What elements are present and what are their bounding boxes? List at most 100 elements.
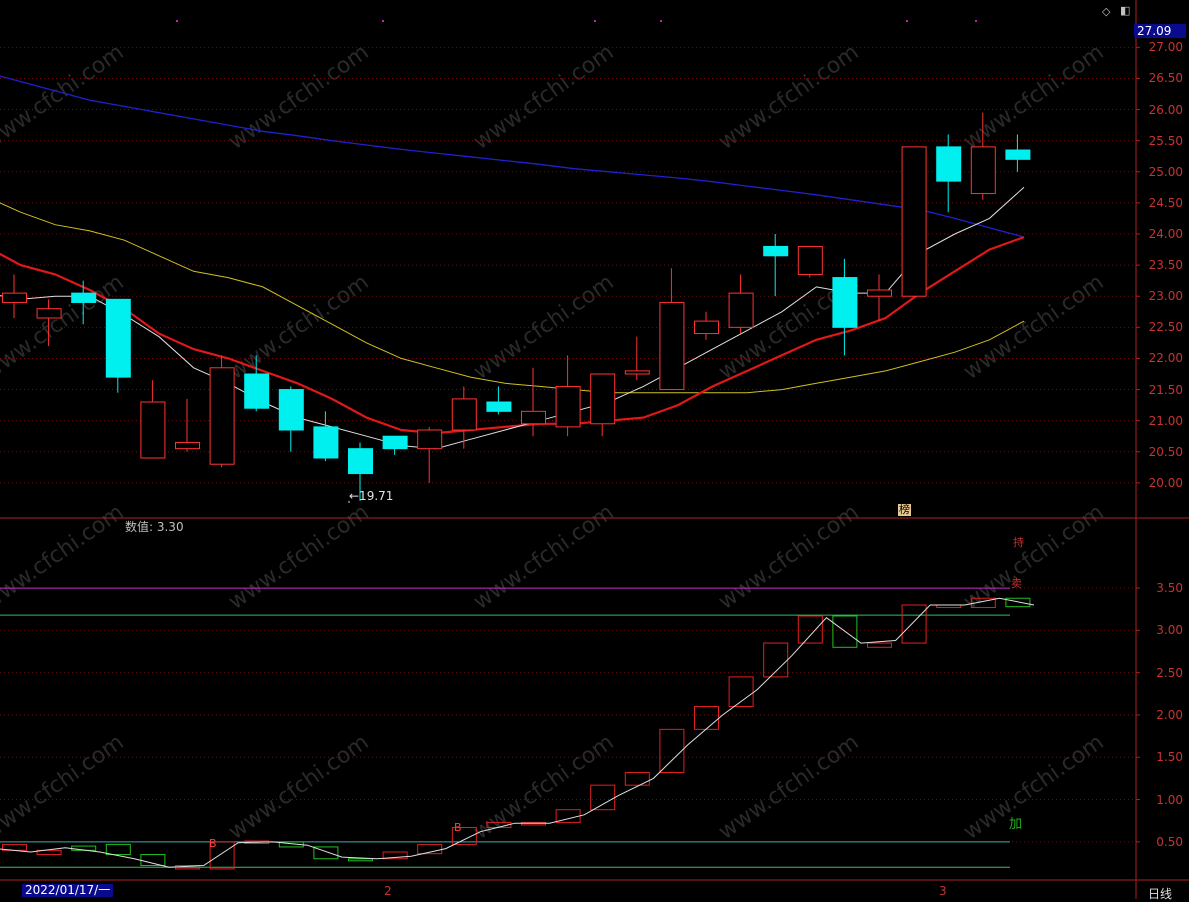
candle-body xyxy=(832,277,858,328)
candle-body xyxy=(659,301,685,391)
candle-body xyxy=(590,373,616,425)
candle-body xyxy=(936,146,962,182)
candle-body xyxy=(694,320,719,335)
watermark-text: www.cfchi.com xyxy=(0,730,129,845)
sub-axis-tick: 1.50 xyxy=(1156,750,1183,765)
candle-body xyxy=(278,389,304,431)
candle-body xyxy=(797,245,823,275)
watermark-text: www.cfchi.com xyxy=(0,500,129,615)
watermark-text: www.cfchi.com xyxy=(959,730,1108,845)
candle-body xyxy=(36,308,62,319)
candle-body xyxy=(624,370,650,375)
main-axis-tick: 23.00 xyxy=(1148,289,1183,304)
add-signal-label: 加 xyxy=(1009,817,1023,832)
sub-axis-tick: 3.50 xyxy=(1156,581,1183,596)
candle-body xyxy=(970,146,996,195)
candle-body xyxy=(867,289,892,297)
indicator-box xyxy=(140,854,166,867)
ranking-badge[interactable]: 榜 xyxy=(898,504,911,516)
candle-body xyxy=(728,292,754,328)
indicator-box xyxy=(1005,597,1031,608)
candle-body xyxy=(140,401,166,459)
sub-axis-tick: 3.00 xyxy=(1156,623,1183,638)
main-axis-tick: 25.50 xyxy=(1148,133,1183,148)
indicator-box xyxy=(659,728,685,773)
main-axis-tick: 24.00 xyxy=(1148,227,1183,241)
main-axis-tick: 25.00 xyxy=(1148,164,1183,179)
indicator-box xyxy=(105,843,131,856)
indicator-box xyxy=(867,642,892,648)
indicator-line xyxy=(0,597,1035,868)
sub-axis-tick: 2.50 xyxy=(1156,665,1183,680)
main-axis-tick: 27.00 xyxy=(1148,40,1183,55)
low-price-label: ←19.71 xyxy=(349,489,394,503)
top-dot-marker xyxy=(594,20,596,22)
main-axis-tick: 20.50 xyxy=(1148,444,1183,459)
watermark-text: www.cfchi.com xyxy=(224,40,373,155)
current-date-label: 2022/01/17/一 xyxy=(22,884,114,897)
watermark-text: www.cfchi.com xyxy=(714,730,863,845)
sell-signal-label: 卖 xyxy=(1011,577,1022,590)
watermark-text: www.cfchi.com xyxy=(224,730,373,845)
diamond-icon[interactable]: ◇ xyxy=(1102,6,1110,17)
indicator-box xyxy=(624,771,650,786)
top-dot-marker xyxy=(382,20,384,22)
main-axis-tick: 24.50 xyxy=(1148,195,1183,210)
main-axis-tick: 22.50 xyxy=(1148,320,1183,335)
month-tick-feb: 2 xyxy=(384,884,392,898)
main-axis-tick: 21.00 xyxy=(1148,413,1183,428)
candle-body xyxy=(209,367,235,465)
indicator-box xyxy=(348,858,373,862)
indicator-box xyxy=(590,784,616,811)
ma60-line xyxy=(0,75,1025,238)
hold-signal-label: 持 xyxy=(1013,536,1024,549)
sub-axis-tick: 1.00 xyxy=(1156,792,1183,807)
watermark-text: www.cfchi.com xyxy=(959,500,1108,615)
main-axis-tick: 20.00 xyxy=(1148,475,1183,490)
top-dot-marker xyxy=(176,20,178,22)
candle-body xyxy=(71,292,97,303)
period-selector[interactable]: 日线 xyxy=(1148,885,1172,902)
watermark-text: www.cfchi.com xyxy=(224,270,373,385)
candle-body xyxy=(244,373,270,409)
candle-body xyxy=(555,385,581,428)
watermark-text: www.cfchi.com xyxy=(959,270,1108,385)
candle-body xyxy=(521,410,546,425)
indicator-box xyxy=(728,676,754,708)
candle-body xyxy=(451,398,477,431)
main-axis-tick: 26.00 xyxy=(1148,102,1183,117)
candle-body xyxy=(901,146,927,297)
watermark-text: www.cfchi.com xyxy=(224,500,373,615)
watermark-text: www.cfchi.com xyxy=(959,40,1108,155)
top-dot-marker xyxy=(975,20,977,22)
candle-body xyxy=(348,448,373,475)
candle-body xyxy=(1005,149,1031,160)
watermark-text: www.cfchi.com xyxy=(714,40,863,155)
watermark-text: www.cfchi.com xyxy=(0,40,129,155)
watermark-text: www.cfchi.com xyxy=(469,500,618,615)
stock-chart-window[interactable]: www.cfchi.com www.cfchi.com www.cfchi.com w… xyxy=(0,0,1189,899)
sub-axis-tick: 2.00 xyxy=(1156,707,1183,722)
buy-marker-2: B xyxy=(454,821,462,834)
candle-body xyxy=(763,245,789,257)
candle-body xyxy=(417,429,443,450)
indicator-box xyxy=(797,615,823,644)
main-axis-tick: 23.50 xyxy=(1148,258,1183,273)
sub-axis-tick: 0.50 xyxy=(1156,834,1183,849)
main-axis-tick: 21.50 xyxy=(1148,382,1183,397)
indicator-box xyxy=(901,604,927,644)
top-dot-marker xyxy=(906,20,908,22)
candle-body xyxy=(313,426,339,459)
candle-body xyxy=(382,435,408,450)
main-axis-tick: 22.00 xyxy=(1148,351,1183,366)
top-dot-marker xyxy=(660,20,662,22)
month-tick-mar: 3 xyxy=(939,884,947,898)
sub-chart-title: 数值: 3.30 xyxy=(125,520,184,534)
chart-canvas[interactable]: www.cfchi.com www.cfchi.com www.cfchi.com w… xyxy=(0,0,1189,899)
panel-toggle-icon[interactable]: ◧ xyxy=(1120,5,1130,16)
indicator-box xyxy=(694,706,719,730)
candle-body xyxy=(486,401,512,412)
buy-marker-1: B xyxy=(209,837,217,850)
last-price-flag: 27.09 xyxy=(1134,24,1186,38)
candle-body xyxy=(2,292,27,303)
